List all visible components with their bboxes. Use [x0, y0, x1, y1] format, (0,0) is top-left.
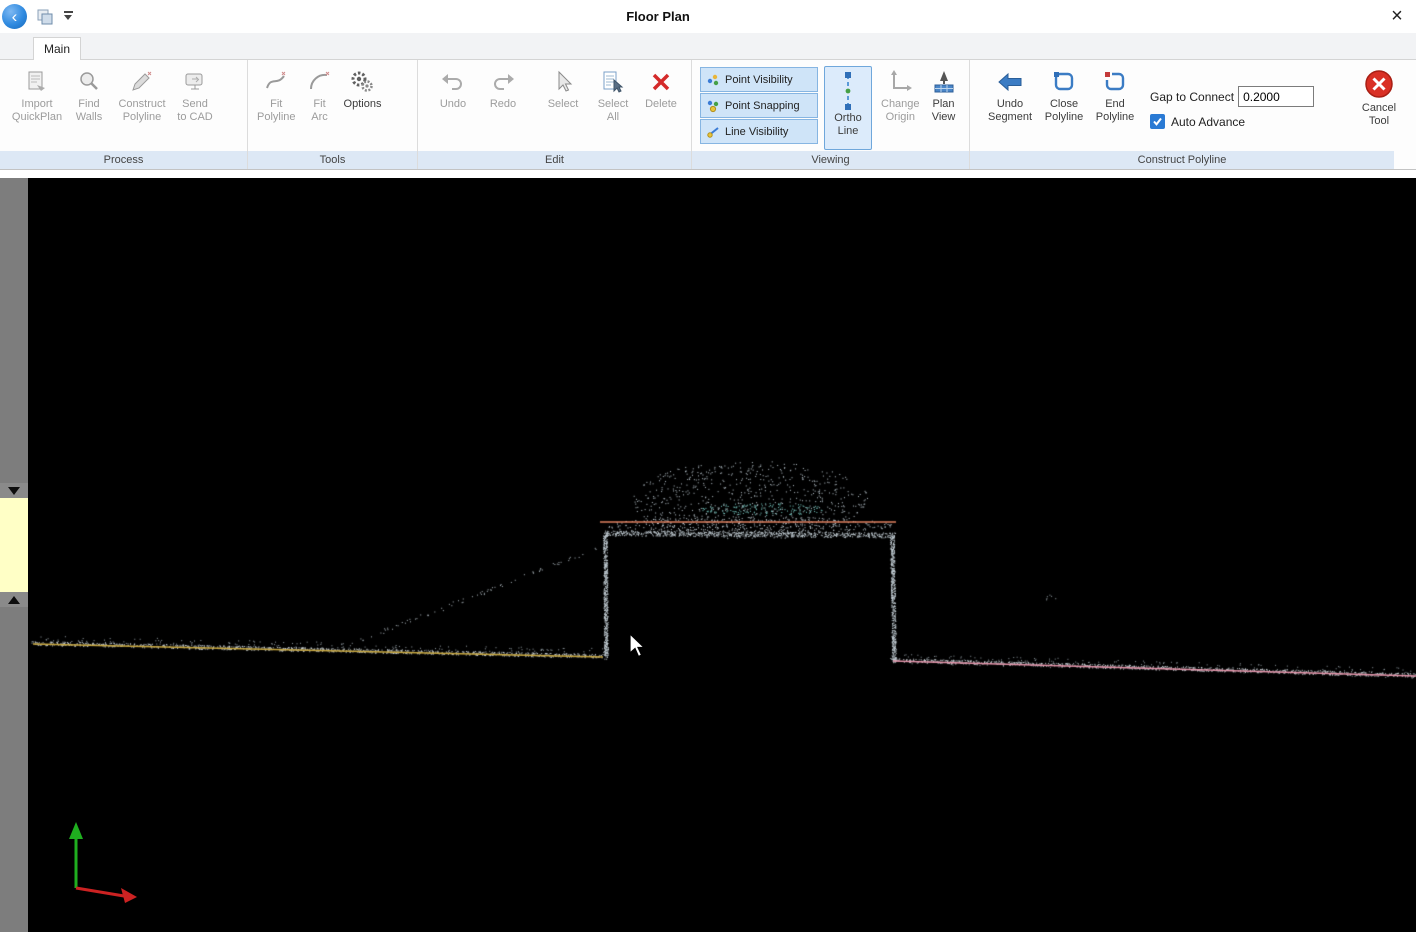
fit-polyline-button[interactable]: Fit Polyline — [254, 64, 299, 124]
slider-up-button[interactable] — [0, 592, 28, 607]
group-label-process: Process — [0, 151, 247, 169]
group-label-edit: Edit — [418, 151, 691, 169]
plan-view-button[interactable]: Plan View — [923, 64, 965, 124]
select-cursor-icon — [550, 69, 576, 95]
construct-polyline-button[interactable]: Construct Polyline — [110, 64, 174, 124]
point-snapping-icon — [706, 99, 720, 113]
send-to-cad-icon — [182, 69, 208, 95]
fit-arc-button[interactable]: Fit Arc — [299, 64, 341, 124]
group-tools: Fit Polyline Fit Arc Options Tools — [248, 60, 418, 169]
triangle-up-icon — [8, 596, 20, 604]
axis-gizmo — [63, 818, 143, 903]
fit-arc-icon — [307, 69, 333, 95]
line-visibility-icon — [706, 125, 720, 139]
check-icon — [1152, 116, 1163, 127]
point-cloud — [28, 178, 1416, 932]
gap-to-connect-label: Gap to Connect — [1150, 90, 1234, 104]
group-label-construct-polyline: Construct Polyline — [970, 151, 1394, 169]
line-visibility-toggle[interactable]: Line Visibility — [700, 119, 818, 144]
ortho-line-icon — [837, 71, 859, 111]
ribbon-tab-row: Main — [0, 33, 1416, 60]
slider-down-button[interactable] — [0, 483, 28, 498]
send-to-cad-button[interactable]: Send to CAD — [174, 64, 216, 124]
options-button[interactable]: Options — [341, 64, 385, 111]
end-polyline-button[interactable]: End Polyline — [1090, 64, 1140, 124]
point-visibility-toggle[interactable]: Point Visibility — [700, 67, 818, 92]
select-all-icon — [600, 69, 626, 95]
slider-range-highlight[interactable] — [0, 498, 28, 592]
auto-advance-label: Auto Advance — [1171, 115, 1245, 129]
select-button[interactable]: Select — [542, 64, 584, 111]
undo-segment-button[interactable]: Undo Segment — [982, 64, 1038, 124]
undo-segment-icon — [997, 69, 1023, 95]
change-origin-button[interactable]: Change Origin — [878, 64, 923, 124]
end-polyline-icon — [1102, 69, 1128, 95]
group-edit: Undo Redo Select — [418, 60, 692, 169]
fit-polyline-icon — [263, 69, 289, 95]
import-quickplan-button[interactable]: Import QuickPlan — [6, 64, 68, 124]
delete-x-icon — [648, 69, 674, 95]
undo-icon — [440, 69, 466, 95]
group-viewing: Point Visibility Point Snapping Line Vis… — [692, 60, 970, 169]
find-walls-button[interactable]: Find Walls — [68, 64, 110, 124]
plan-view-icon — [931, 69, 957, 95]
redo-button[interactable]: Redo — [482, 64, 524, 111]
tab-main[interactable]: Main — [33, 37, 81, 61]
auto-advance-checkbox[interactable] — [1150, 114, 1165, 129]
point-visibility-icon — [706, 73, 720, 87]
titlebar: ‹ Floor Plan × — [0, 0, 1416, 33]
options-gear-icon — [349, 69, 375, 95]
undo-button[interactable]: Undo — [432, 64, 474, 111]
gap-panel: Gap to Connect Auto Advance — [1150, 86, 1314, 129]
mouse-cursor — [628, 633, 648, 659]
group-process: Import QuickPlan Find Walls Construct Po… — [0, 60, 248, 169]
window-title: Floor Plan — [0, 0, 1316, 33]
construct-polyline-icon — [129, 69, 155, 95]
close-polyline-icon — [1051, 69, 1077, 95]
close-button[interactable]: × — [1384, 3, 1410, 29]
ribbon: Import QuickPlan Find Walls Construct Po… — [0, 60, 1416, 170]
delete-button[interactable]: Delete — [640, 64, 682, 111]
ortho-line-toggle[interactable]: Ortho Line — [824, 66, 872, 150]
close-polyline-button[interactable]: Close Polyline — [1038, 64, 1090, 124]
close-icon: × — [1391, 5, 1403, 28]
cancel-tool-icon — [1364, 69, 1394, 99]
triangle-down-icon — [8, 487, 20, 495]
workspace — [0, 178, 1416, 932]
select-all-button[interactable]: Select All — [592, 64, 634, 124]
group-label-tools: Tools — [248, 151, 417, 169]
elevation-slider-strip[interactable] — [0, 178, 28, 932]
redo-icon — [490, 69, 516, 95]
change-origin-icon — [887, 69, 913, 95]
gap-to-connect-input[interactable] — [1238, 86, 1314, 107]
find-walls-icon — [76, 69, 102, 95]
group-construct-polyline: Undo Segment Close Polyline End Polyline… — [970, 60, 1416, 169]
import-quickplan-icon — [24, 69, 50, 95]
point-snapping-toggle[interactable]: Point Snapping — [700, 93, 818, 118]
group-label-viewing: Viewing — [692, 151, 969, 169]
cancel-tool-button[interactable]: Cancel Tool — [1358, 64, 1400, 128]
point-cloud-viewport[interactable] — [28, 178, 1416, 932]
